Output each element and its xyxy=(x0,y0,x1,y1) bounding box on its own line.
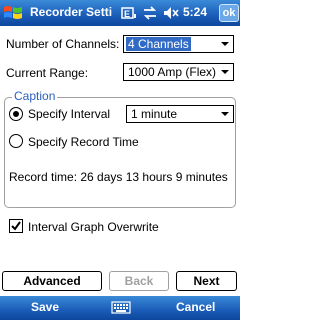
ok-button[interactable]: ok xyxy=(219,4,239,22)
caption-title: Caption xyxy=(12,89,58,103)
specify-interval-label[interactable]: Specify Interval xyxy=(28,107,110,121)
overwrite-checkbox[interactable] xyxy=(9,219,23,233)
range-select[interactable]: 1000 Amp (Flex) xyxy=(123,63,234,81)
keyboard-icon[interactable] xyxy=(111,300,131,315)
sync-icon[interactable] xyxy=(141,5,159,21)
windows-start-icon[interactable] xyxy=(2,3,24,23)
signal-icon[interactable]: E xyxy=(120,5,138,21)
channels-select[interactable]: 4 Channels xyxy=(123,35,234,53)
cancel-softkey[interactable]: Cancel xyxy=(176,300,215,314)
chevron-down-icon xyxy=(221,112,229,116)
chevron-down-icon xyxy=(221,70,229,74)
interval-value: 1 minute xyxy=(131,107,178,121)
window-title: Recorder Setti xyxy=(30,5,113,19)
advanced-button[interactable]: Advanced xyxy=(2,271,102,291)
overwrite-label[interactable]: Interval Graph Overwrite xyxy=(28,220,159,234)
next-button[interactable]: Next xyxy=(176,271,237,291)
channels-label: Number of Channels: xyxy=(6,37,120,51)
svg-text:E: E xyxy=(124,9,130,19)
softkey-bar: Save Cancel xyxy=(0,296,240,320)
checkmark-icon xyxy=(11,221,21,231)
interval-select[interactable]: 1 minute xyxy=(126,105,234,123)
title-bar: Recorder Setti E 5:24 ok xyxy=(0,0,240,26)
clock[interactable]: 5:24 xyxy=(183,5,207,19)
speaker-muted-icon[interactable] xyxy=(162,5,180,21)
specify-record-time-radio[interactable] xyxy=(9,134,23,148)
specify-record-time-label[interactable]: Specify Record Time xyxy=(28,135,139,149)
back-button[interactable]: Back xyxy=(109,271,169,291)
chevron-down-icon xyxy=(221,42,229,46)
specify-interval-radio[interactable] xyxy=(9,107,23,121)
range-label: Current Range: xyxy=(6,66,89,80)
save-softkey[interactable]: Save xyxy=(31,300,59,314)
range-value: 1000 Amp (Flex) xyxy=(128,65,217,79)
channels-value: 4 Channels xyxy=(126,37,191,51)
record-time-text: Record time: 26 days 13 hours 9 minutes xyxy=(9,170,228,184)
